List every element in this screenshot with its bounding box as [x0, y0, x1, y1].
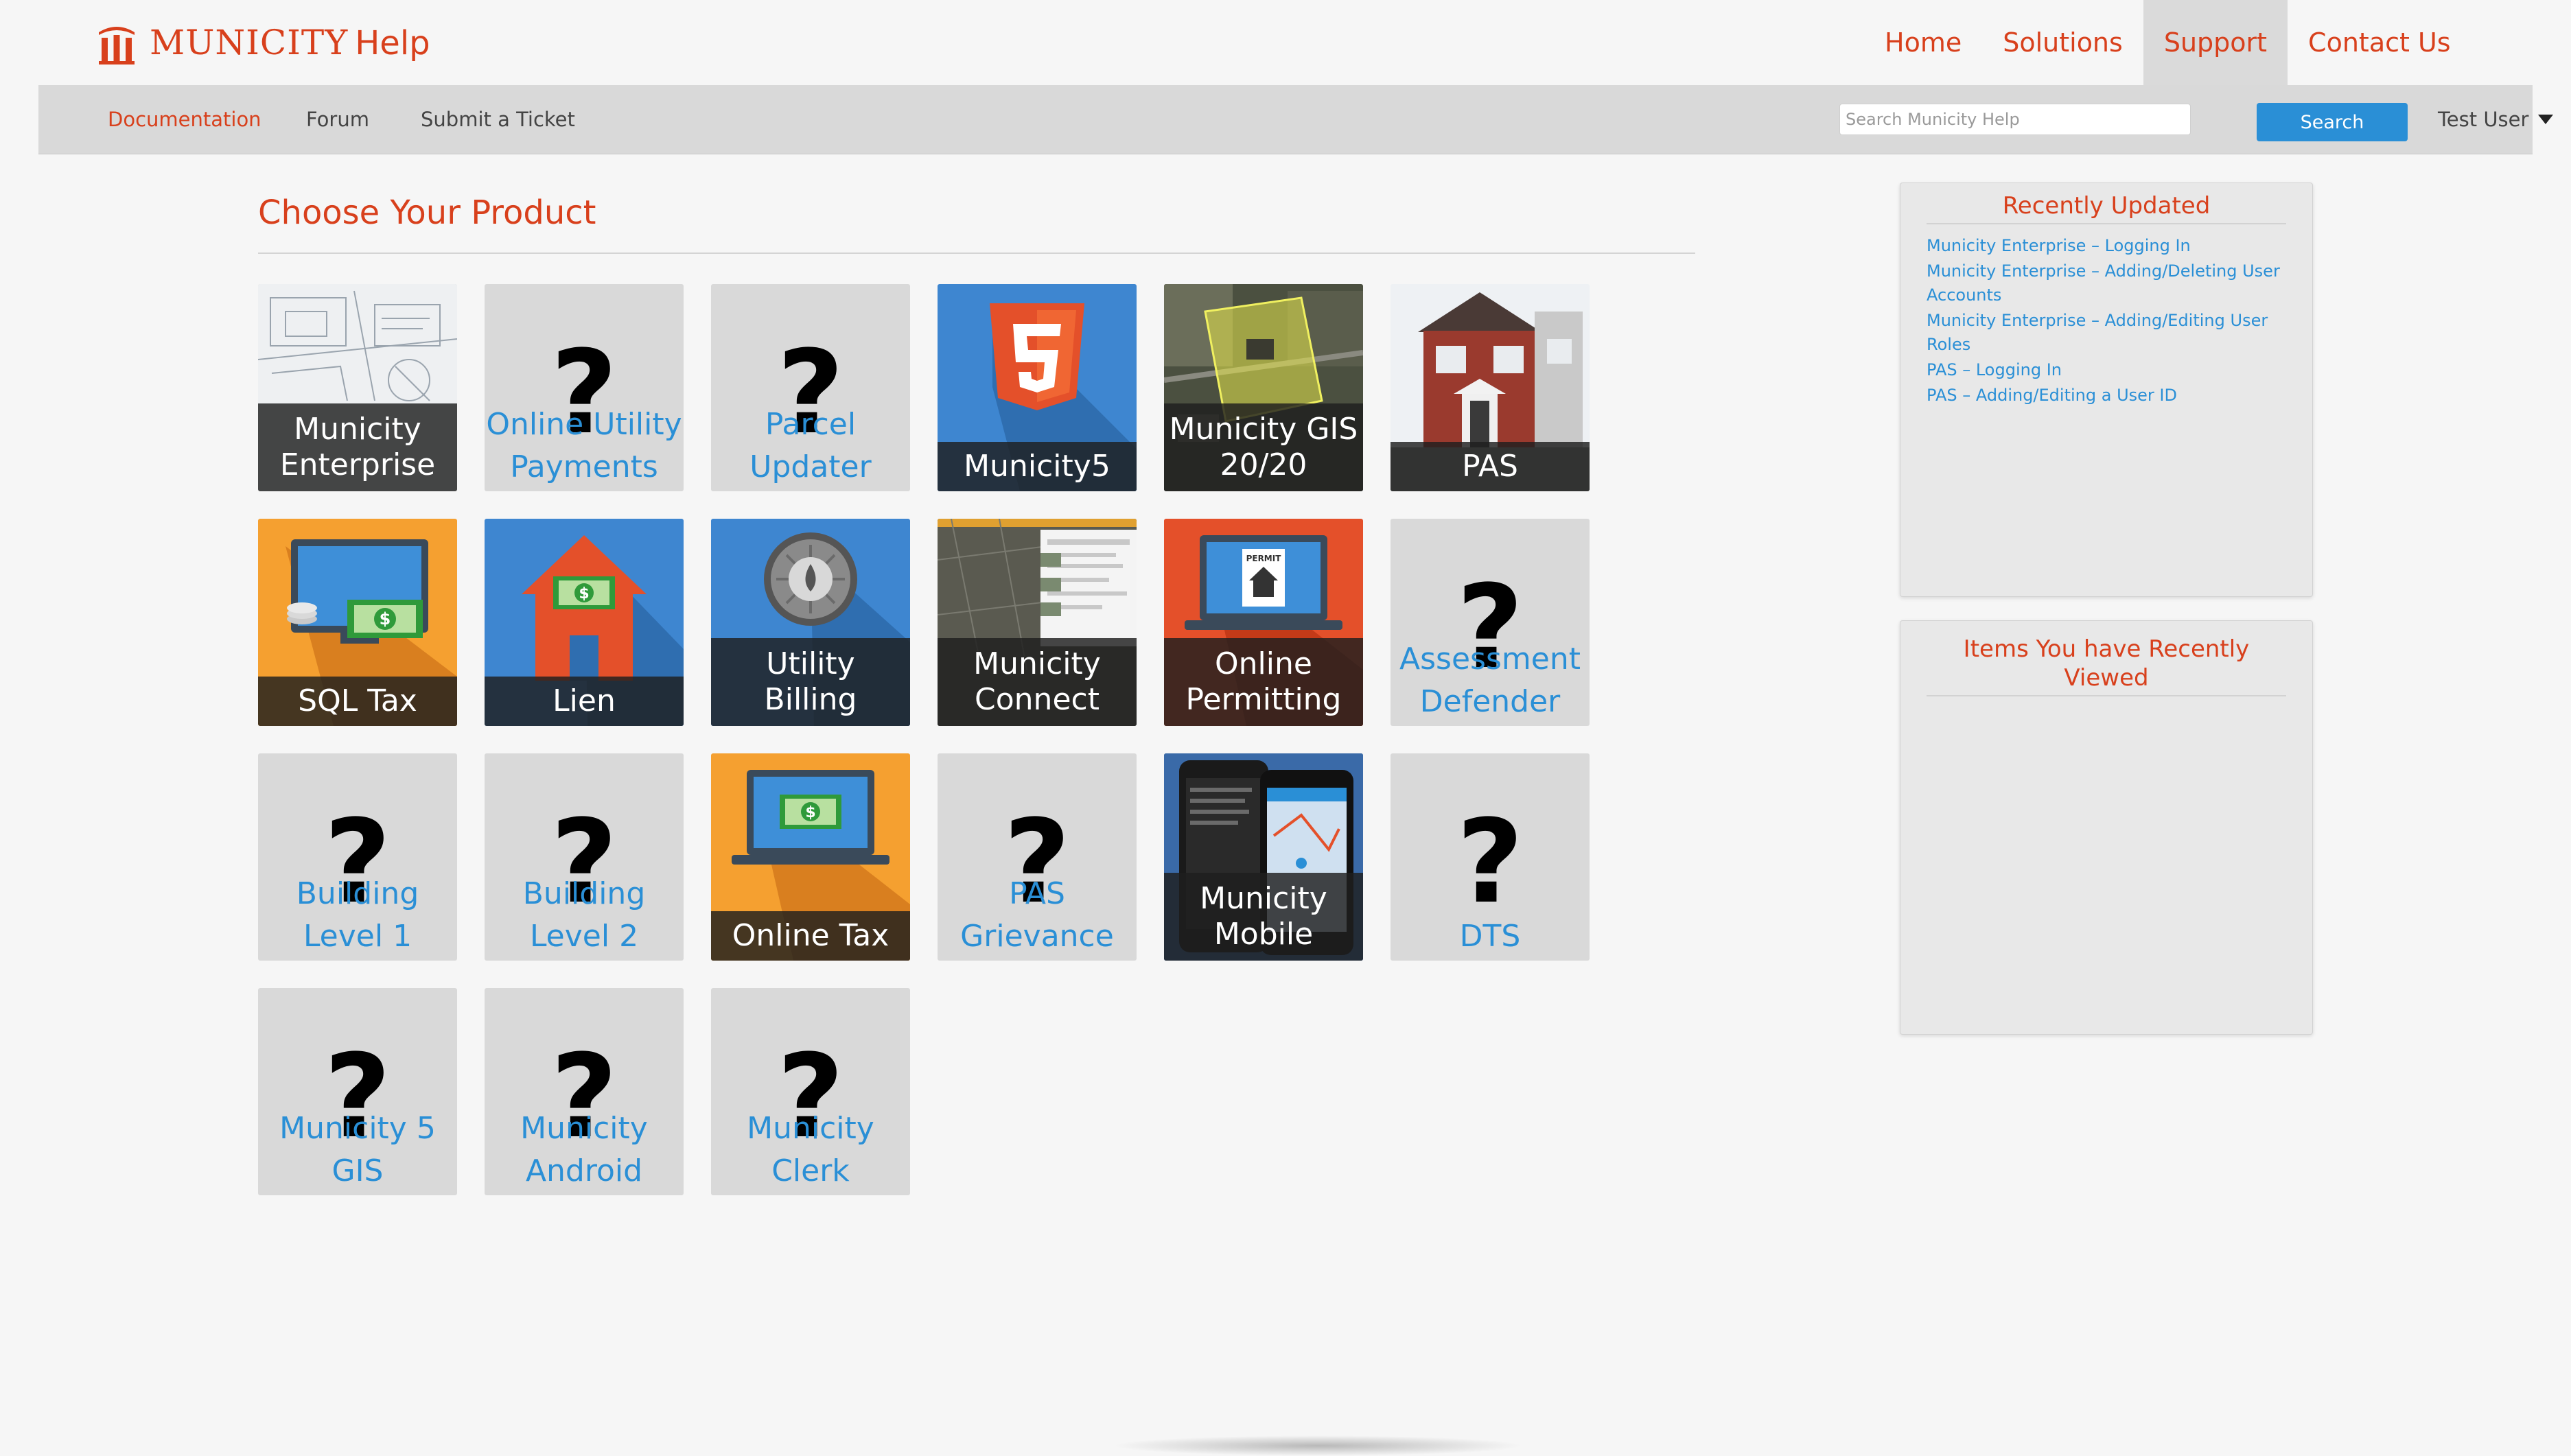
main-nav: Home Solutions Support Contact Us	[1864, 0, 2471, 85]
tile-caption: SQL Tax	[258, 677, 457, 726]
subnav-documentation[interactable]: Documentation	[108, 85, 261, 154]
svg-text:$: $	[380, 609, 391, 629]
list-item: PAS – Adding/Editing a User ID	[1927, 384, 2286, 408]
recently-updated-list: Municity Enterprise – Logging In Municit…	[1900, 234, 2312, 408]
tile-caption: Online Tax	[711, 911, 910, 961]
recent-article-link[interactable]: Municity Enterprise – Adding/Deleting Us…	[1927, 261, 2280, 305]
product-tile-building-level-1[interactable]: ? Building Level 1	[258, 753, 457, 961]
brand-name: MUNICITY Help	[150, 23, 430, 62]
svg-text:PERMIT: PERMIT	[1246, 554, 1282, 563]
recently-viewed-title: Items You have Recently Viewed	[1927, 621, 2286, 696]
tile-caption: Municity Enterprise	[258, 403, 457, 491]
recent-article-link[interactable]: PAS – Logging In	[1927, 360, 2062, 379]
subnav-forum[interactable]: Forum	[306, 85, 369, 154]
tile-label: Assessment Defender	[1399, 642, 1581, 719]
list-item: Municity Enterprise – Logging In	[1927, 234, 2286, 258]
question-mark-icon: ?	[1456, 795, 1524, 929]
product-tile-pas[interactable]: PAS	[1391, 284, 1590, 491]
tile-label: DTS	[1459, 919, 1521, 954]
product-tile-online-utility-payments[interactable]: ? Online Utility Payments	[485, 284, 684, 491]
product-tile-lien[interactable]: $ Lien	[485, 519, 684, 726]
svg-text:$: $	[805, 804, 815, 821]
tile-label: PAS Grievance	[960, 876, 1114, 954]
user-menu[interactable]: Test User	[2438, 85, 2554, 154]
product-tile-pas-grievance[interactable]: ? PAS Grievance	[938, 753, 1137, 961]
list-item: Municity Enterprise – Adding/Editing Use…	[1927, 309, 2286, 357]
search-button[interactable]: Search	[2257, 103, 2408, 141]
list-item: PAS – Logging In	[1927, 358, 2286, 382]
product-tile-utility-billing[interactable]: Utility Billing	[711, 519, 910, 726]
user-name: Test User	[2438, 108, 2529, 131]
tile-label: Municity Android	[520, 1111, 648, 1188]
product-tile-parcel-updater[interactable]: ? Parcel Updater	[711, 284, 910, 491]
tile-label: Building Level 1	[296, 876, 419, 954]
recent-article-link[interactable]: PAS – Adding/Editing a User ID	[1927, 386, 2177, 405]
chevron-down-icon	[2538, 115, 2554, 124]
product-tile-municity-enterprise[interactable]: Municity Enterprise	[258, 284, 457, 491]
sub-navbar: Documentation Forum Submit a Ticket Sear…	[38, 85, 2554, 154]
product-tile-municity-android[interactable]: ? Municity Android	[485, 988, 684, 1195]
tile-label: Online Utility Payments	[486, 407, 682, 484]
tile-caption: Municity GIS 20/20	[1164, 403, 1363, 491]
recently-updated-title: Recently Updated	[1927, 183, 2286, 224]
tile-caption: Utility Billing	[711, 638, 910, 726]
recently-viewed-panel: Items You have Recently Viewed	[1900, 620, 2313, 1035]
recent-article-link[interactable]: Municity Enterprise – Logging In	[1927, 236, 2191, 255]
tile-label: Municity 5 GIS	[279, 1111, 436, 1188]
product-tile-municity-connect[interactable]: Municity Connect	[938, 519, 1137, 726]
recently-updated-panel: Recently Updated Municity Enterprise – L…	[1900, 183, 2313, 597]
title-divider	[258, 253, 1695, 254]
tile-caption: PAS	[1391, 442, 1590, 491]
nav-support[interactable]: Support	[2143, 0, 2288, 85]
product-tile-municity-5-gis[interactable]: ? Municity 5 GIS	[258, 988, 457, 1195]
subnav-submit-ticket[interactable]: Submit a Ticket	[421, 85, 575, 154]
nav-contact-us[interactable]: Contact Us	[2288, 0, 2471, 85]
product-tile-online-permitting[interactable]: PERMIT Online Permitting	[1164, 519, 1363, 726]
tile-caption: Municity Mobile	[1164, 873, 1363, 961]
brand-logo[interactable]: MUNICITY Help	[95, 18, 430, 67]
product-tile-municity5[interactable]: Municity5	[938, 284, 1137, 491]
product-tile-online-tax[interactable]: $ Online Tax	[711, 753, 910, 961]
product-tile-municity-gis-2020[interactable]: Municity GIS 20/20	[1164, 284, 1363, 491]
tile-caption: Online Permitting	[1164, 638, 1363, 726]
tile-caption: Municity5	[938, 442, 1137, 491]
nav-solutions[interactable]: Solutions	[1982, 0, 2143, 85]
search-input[interactable]	[1839, 104, 2191, 135]
list-item: Municity Enterprise – Adding/Deleting Us…	[1927, 259, 2286, 307]
tile-caption: Lien	[485, 677, 684, 726]
nav-home[interactable]: Home	[1864, 0, 1982, 85]
page-title: Choose Your Product	[258, 193, 596, 232]
product-tile-assessment-defender[interactable]: ? Assessment Defender	[1391, 519, 1590, 726]
recent-article-link[interactable]: Municity Enterprise – Adding/Editing Use…	[1927, 311, 2268, 354]
top-header: MUNICITY Help Home Solutions Support Cont…	[0, 0, 2571, 85]
tile-label: Parcel Updater	[749, 407, 872, 484]
tile-caption: Municity Connect	[938, 638, 1137, 726]
tile-label: Municity Clerk	[747, 1111, 874, 1188]
product-tile-dts[interactable]: ? DTS	[1391, 753, 1590, 961]
municity-logo-icon	[99, 27, 135, 64]
product-tile-building-level-2[interactable]: ? Building Level 2	[485, 753, 684, 961]
product-tile-sql-tax[interactable]: $ SQL Tax	[258, 519, 457, 726]
product-tile-municity-clerk[interactable]: ? Municity Clerk	[711, 988, 910, 1195]
svg-text:$: $	[579, 585, 589, 602]
tile-label: Building Level 2	[522, 876, 646, 954]
product-tile-municity-mobile[interactable]: Municity Mobile	[1164, 753, 1363, 961]
footer-shadow	[1112, 1435, 1524, 1456]
